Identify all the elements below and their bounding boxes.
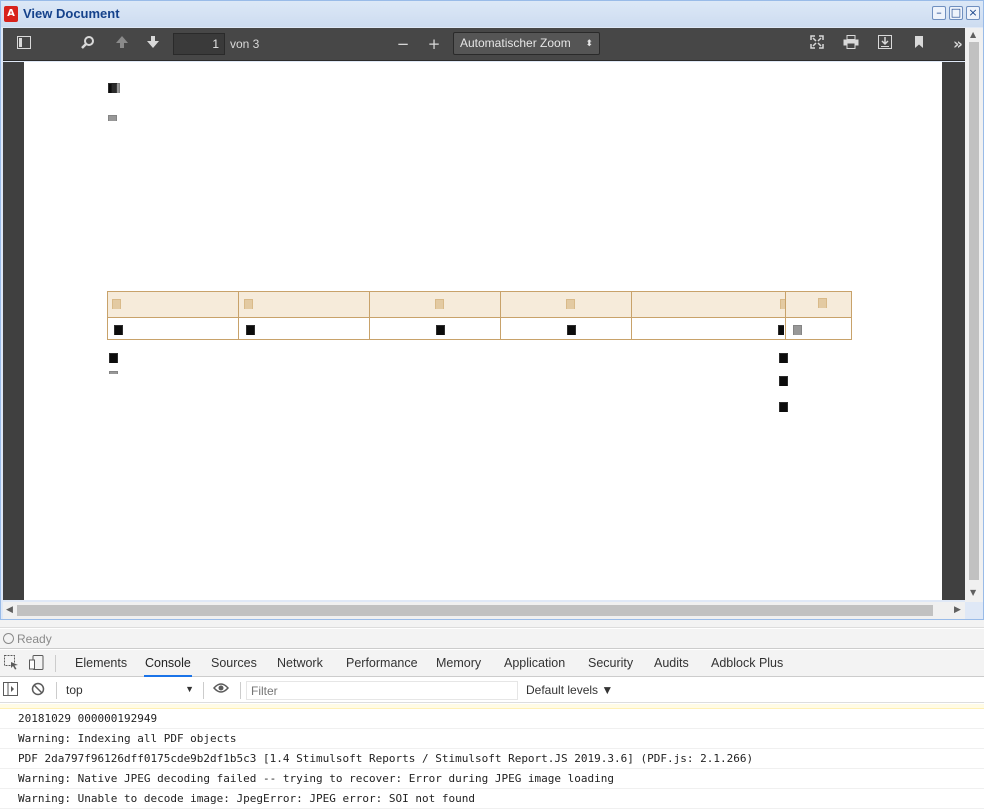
devtools-tabbar: Elements Console Sources Network Perform… xyxy=(0,650,984,677)
unrendered-glyph xyxy=(777,324,784,335)
console-message: Warning: Indexing all PDF objects xyxy=(0,729,984,749)
console-filter-input[interactable] xyxy=(246,681,518,700)
eye-icon[interactable] xyxy=(213,682,229,698)
console-message: Warning: Native JPEG decoding failed -- … xyxy=(0,769,984,789)
bookmark-icon[interactable] xyxy=(908,34,930,54)
unrendered-glyph xyxy=(779,298,785,309)
page-count-label: von 3 xyxy=(230,37,260,51)
magnifier-icon[interactable] xyxy=(77,34,99,54)
inspect-element-icon[interactable] xyxy=(3,655,19,671)
console-toolbar: top ▼ Default levels ▼ xyxy=(0,678,984,703)
previous-page-icon[interactable] xyxy=(111,34,133,54)
pdf-table-divider xyxy=(238,291,239,340)
window-titlebar[interactable]: A View Document – □ × xyxy=(1,1,983,27)
printer-icon[interactable] xyxy=(840,34,862,54)
log-levels-dropdown[interactable]: Default levels ▼ xyxy=(526,683,613,697)
context-select[interactable]: top ▼ xyxy=(66,683,196,697)
sidebar-toggle-icon[interactable] xyxy=(13,34,35,54)
console-message: Warning: Unable to decode image: JpegErr… xyxy=(0,789,984,809)
status-icon xyxy=(3,633,14,644)
unrendered-glyph xyxy=(778,352,788,363)
unrendered-glyph xyxy=(243,298,253,309)
zoom-select-value: Automatischer Zoom xyxy=(460,36,571,50)
horizontal-scrollbar-thumb[interactable] xyxy=(17,605,933,616)
next-page-icon[interactable] xyxy=(142,34,164,54)
unrendered-glyph xyxy=(778,375,788,386)
unrendered-glyph xyxy=(110,82,120,93)
toolbar-divider xyxy=(56,682,57,699)
show-sidebar-icon[interactable] xyxy=(2,682,18,698)
tab-sources[interactable]: Sources xyxy=(210,650,258,677)
unrendered-glyph xyxy=(245,324,255,335)
scroll-right-icon[interactable]: ▶ xyxy=(954,605,961,615)
unrendered-glyph xyxy=(778,401,788,412)
pdf-table-divider xyxy=(369,291,370,340)
pdf-table-data-row xyxy=(107,317,852,340)
tab-memory[interactable]: Memory xyxy=(435,650,482,677)
unrendered-glyph xyxy=(792,324,802,335)
tab-audits[interactable]: Audits xyxy=(653,650,690,677)
device-toolbar-icon[interactable] xyxy=(28,655,44,671)
pdf-file-icon: A xyxy=(4,6,18,22)
background-grid-strip xyxy=(0,620,984,628)
clear-console-icon[interactable] xyxy=(30,682,46,698)
unrendered-glyph xyxy=(434,298,444,309)
toolbar-divider xyxy=(240,682,241,699)
pdf-table-divider xyxy=(631,291,632,340)
zoom-select[interactable]: Automatischer Zoom ⬍ xyxy=(453,32,600,55)
page-number-input[interactable] xyxy=(173,33,225,55)
window-title: View Document xyxy=(23,6,120,21)
console-output[interactable]: 20181029 000000192949 Warning: Indexing … xyxy=(0,704,984,812)
status-bar: Ready xyxy=(0,629,984,649)
scroll-up-icon[interactable]: ▲ xyxy=(970,30,976,39)
document-window: A View Document – □ × von 3 − + Automati… xyxy=(0,0,984,620)
scroll-left-icon[interactable]: ◀ xyxy=(6,605,13,615)
pdf-toolbar: von 3 − + Automatischer Zoom ⬍ » xyxy=(3,28,983,61)
status-text: Ready xyxy=(17,632,52,646)
pdf-table-header-row xyxy=(107,291,852,318)
tab-console[interactable]: Console xyxy=(144,650,192,677)
unrendered-glyph xyxy=(435,324,445,335)
unrendered-glyph xyxy=(565,298,575,309)
unrendered-glyph xyxy=(113,324,123,335)
vertical-scrollbar-thumb[interactable] xyxy=(969,42,979,580)
horizontal-scrollbar[interactable]: ◀ ▶ xyxy=(3,602,965,619)
pdf-table-divider xyxy=(500,291,501,340)
fullscreen-icon[interactable] xyxy=(806,34,828,54)
unrendered-glyph xyxy=(108,352,118,363)
toolbar-divider xyxy=(55,655,56,672)
zoom-in-button[interactable]: + xyxy=(423,34,445,54)
tab-network[interactable]: Network xyxy=(276,650,324,677)
pdf-page xyxy=(24,62,942,600)
chevron-updown-icon: ⬍ xyxy=(585,38,593,48)
toolbar-divider xyxy=(203,682,204,699)
tab-elements[interactable]: Elements xyxy=(74,650,128,677)
console-message: PDF 2da797f96126dff0175cde9b2df1b5c3 [1.… xyxy=(0,749,984,769)
unrendered-glyph xyxy=(817,297,831,308)
minimize-button[interactable]: – xyxy=(932,6,946,20)
maximize-button[interactable]: □ xyxy=(949,6,963,20)
unrendered-glyph xyxy=(107,114,117,121)
console-message: 20181029 000000192949 xyxy=(0,709,984,729)
scroll-down-icon[interactable]: ▼ xyxy=(970,588,976,597)
pdf-table xyxy=(107,291,852,340)
zoom-out-button[interactable]: − xyxy=(392,34,414,54)
unrendered-glyph xyxy=(566,324,576,335)
tab-performance[interactable]: Performance xyxy=(345,650,419,677)
unrendered-glyph xyxy=(108,370,118,374)
pdf-viewer-container[interactable] xyxy=(3,62,965,600)
download-icon[interactable] xyxy=(874,34,896,54)
close-button[interactable]: × xyxy=(966,6,980,20)
tab-adblock-plus[interactable]: Adblock Plus xyxy=(710,650,784,677)
unrendered-glyph xyxy=(111,298,121,309)
context-select-value: top xyxy=(66,683,83,697)
vertical-scrollbar[interactable]: ▲ ▼ xyxy=(965,28,983,602)
caret-down-icon: ▼ xyxy=(185,684,194,694)
tab-security[interactable]: Security xyxy=(587,650,634,677)
pdf-table-divider xyxy=(785,291,786,340)
tab-application[interactable]: Application xyxy=(503,650,566,677)
